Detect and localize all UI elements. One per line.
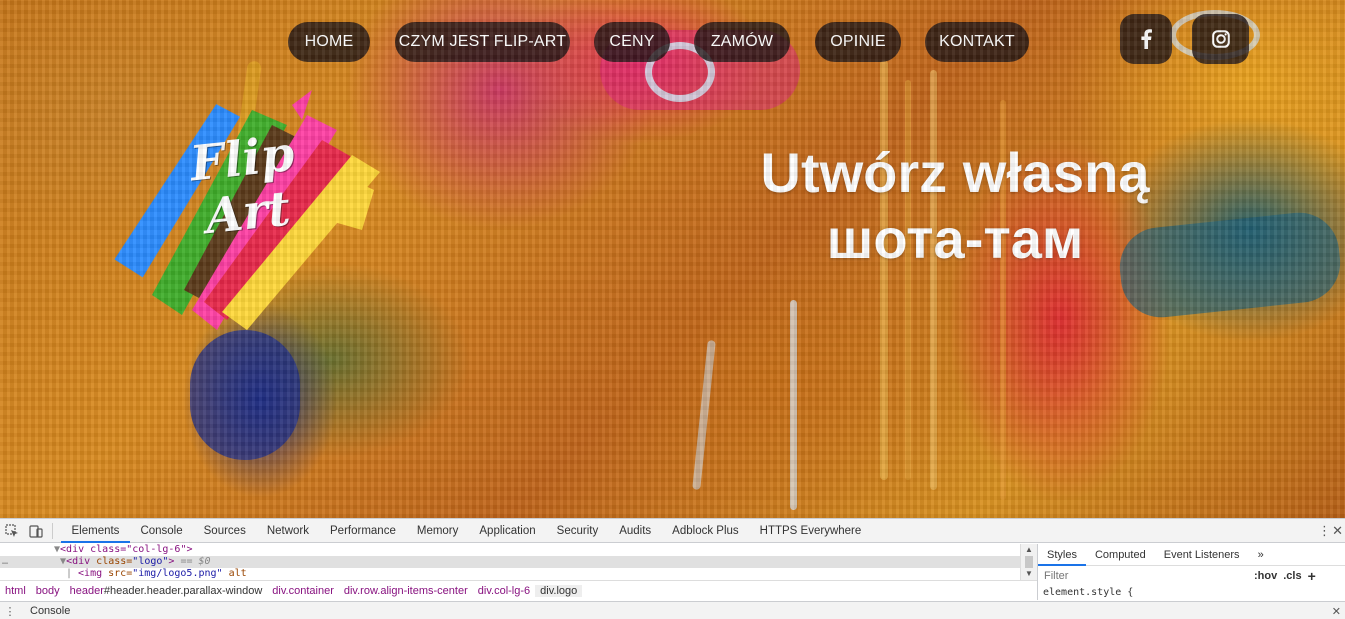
add-rule-icon[interactable]: +	[1308, 568, 1316, 584]
tab-application[interactable]: Application	[469, 519, 546, 543]
devtools-body: ▼<div class="col-lg-6"> … ▼<div class="lo…	[0, 544, 1345, 619]
breadcrumb-tag: header	[69, 584, 104, 597]
hero-section: HOME CZYM JEST FLIP-ART CENY ZAMÓW OPINI…	[0, 0, 1345, 518]
dom-attr-value: "img/logo5.png"	[132, 568, 223, 579]
devtools-toolbar: Elements Console Sources Network Perform…	[0, 519, 1345, 543]
dom-node[interactable]: | <img src="img/logo5.png" alt	[0, 568, 1037, 580]
drawer-menu-icon[interactable]: ⋮	[0, 605, 20, 618]
scroll-thumb[interactable]	[1025, 556, 1033, 568]
more-tabs-icon[interactable]: »	[1249, 544, 1273, 566]
paint-streak	[692, 339, 716, 491]
tab-security[interactable]: Security	[546, 519, 609, 543]
nav-czym-jest-flip-art-button[interactable]: CZYM JEST FLIP-ART	[395, 22, 570, 62]
dom-attr-value: "logo"	[132, 556, 169, 567]
paint-streak	[930, 70, 937, 490]
tab-adblock-plus[interactable]: Adblock Plus	[662, 519, 749, 543]
breadcrumb: html body header#header.header.parallax-…	[0, 580, 1037, 600]
hero-headline: Utwórz własną шота-там	[700, 140, 1210, 272]
device-toolbar-icon[interactable]	[24, 519, 48, 543]
breadcrumb-item-body[interactable]: body	[31, 585, 65, 597]
breadcrumb-tag: body	[35, 584, 60, 597]
breadcrumb-item-header[interactable]: header#header.header.parallax-window	[65, 585, 268, 597]
tree-guide: |	[66, 568, 73, 579]
styles-filter-input[interactable]	[1038, 570, 1248, 582]
breadcrumb-tag: div	[343, 584, 358, 597]
devtools-panel: Elements Console Sources Network Perform…	[0, 518, 1345, 619]
tab-computed[interactable]: Computed	[1086, 544, 1155, 566]
breadcrumb-tag: div	[272, 584, 286, 597]
styles-filter-bar: :hov .cls +	[1038, 566, 1345, 586]
breadcrumb-item-logo[interactable]: div.logo	[535, 584, 583, 597]
tab-https-everywhere[interactable]: HTTPS Everywhere	[749, 519, 872, 543]
dom-node[interactable]: ▼<div class="col-lg-6">	[0, 544, 1037, 556]
ellipsis-icon[interactable]: …	[2, 556, 8, 567]
breadcrumb-item-html[interactable]: html	[0, 585, 31, 597]
dom-tag: <div class="col-lg-6">	[60, 544, 193, 555]
breadcrumb-tag: html	[5, 584, 26, 597]
tab-console[interactable]: Console	[130, 519, 193, 543]
facebook-icon	[1141, 29, 1152, 49]
instagram-icon	[1211, 30, 1230, 48]
nav-ceny-button[interactable]: CENY	[594, 22, 670, 62]
scroll-down-icon[interactable]: ▼	[1021, 568, 1037, 580]
breadcrumb-selector: .row.align-items-center	[357, 584, 468, 597]
drawer-tab-console[interactable]: Console	[20, 605, 70, 617]
dom-attr: class=	[96, 556, 133, 567]
instagram-button[interactable]	[1192, 14, 1249, 64]
flip-art-logo[interactable]: Flip Art	[112, 80, 387, 340]
dom-selected-marker: == $0	[174, 556, 211, 567]
tab-performance[interactable]: Performance	[320, 519, 407, 543]
styles-pane: Styles Computed Event Listeners » :hov .…	[1037, 544, 1345, 600]
facebook-button[interactable]	[1120, 14, 1172, 64]
breadcrumb-tag: div	[540, 584, 554, 597]
nav-kontakt-button[interactable]: KONTAKT	[925, 22, 1029, 62]
breadcrumb-selector: .logo	[553, 584, 578, 597]
dom-attr: src=	[108, 568, 133, 579]
paint-streak	[790, 300, 797, 510]
nav-opinie-button[interactable]: OPINIE	[815, 22, 901, 62]
dom-tag: <img	[78, 568, 109, 579]
hov-toggle[interactable]: :hov	[1254, 570, 1277, 582]
breadcrumb-item-container[interactable]: div.container	[267, 585, 339, 597]
tab-elements[interactable]: Elements	[61, 519, 130, 543]
nav-home-button[interactable]: HOME	[288, 22, 370, 62]
nav-zamow-button[interactable]: ZAMÓW	[694, 22, 790, 62]
breadcrumb-selector: #header.header.parallax-window	[103, 584, 263, 597]
dom-tree: ▼<div class="col-lg-6"> … ▼<div class="lo…	[0, 544, 1037, 580]
breadcrumb-item-col[interactable]: div.col-lg-6	[473, 585, 535, 597]
scroll-up-icon[interactable]: ▲	[1021, 544, 1037, 556]
hero-headline-line2: шота-там	[826, 207, 1084, 270]
dom-scrollbar[interactable]: ▲ ▼	[1020, 544, 1037, 580]
tab-styles[interactable]: Styles	[1038, 544, 1086, 566]
breadcrumb-tag: div	[477, 584, 492, 597]
tab-network[interactable]: Network	[256, 519, 319, 543]
tab-event-listeners[interactable]: Event Listeners	[1155, 544, 1249, 566]
tab-memory[interactable]: Memory	[406, 519, 469, 543]
toolbar-divider	[52, 522, 53, 539]
cls-toggle[interactable]: .cls	[1283, 570, 1301, 582]
element-style-rule[interactable]: element.style {	[1038, 586, 1345, 600]
styles-tabs: Styles Computed Event Listeners »	[1038, 544, 1345, 566]
tab-sources[interactable]: Sources	[193, 519, 256, 543]
dom-attr: alt	[222, 568, 247, 579]
console-drawer: ⋮ Console ✕	[0, 601, 1345, 619]
dom-node-selected[interactable]: … ▼<div class="logo"> == $0	[0, 556, 1037, 568]
logo-text: Flip Art	[175, 126, 316, 247]
drawer-close-icon[interactable]: ✕	[1332, 605, 1341, 618]
devtools-menu-icon[interactable]: ⋮	[1318, 523, 1331, 539]
inspect-element-icon[interactable]	[0, 519, 24, 543]
dom-tag-open: <div	[66, 556, 97, 567]
tab-audits[interactable]: Audits	[609, 519, 662, 543]
devtools-close-icon[interactable]: ✕	[1332, 523, 1343, 539]
paint-blob	[190, 330, 300, 460]
breadcrumb-item-row[interactable]: div.row.align-items-center	[339, 585, 473, 597]
breadcrumb-selector: .col-lg-6	[491, 584, 531, 597]
hero-headline-line1: Utwórz własną	[760, 141, 1150, 204]
breadcrumb-selector: .container	[285, 584, 334, 597]
